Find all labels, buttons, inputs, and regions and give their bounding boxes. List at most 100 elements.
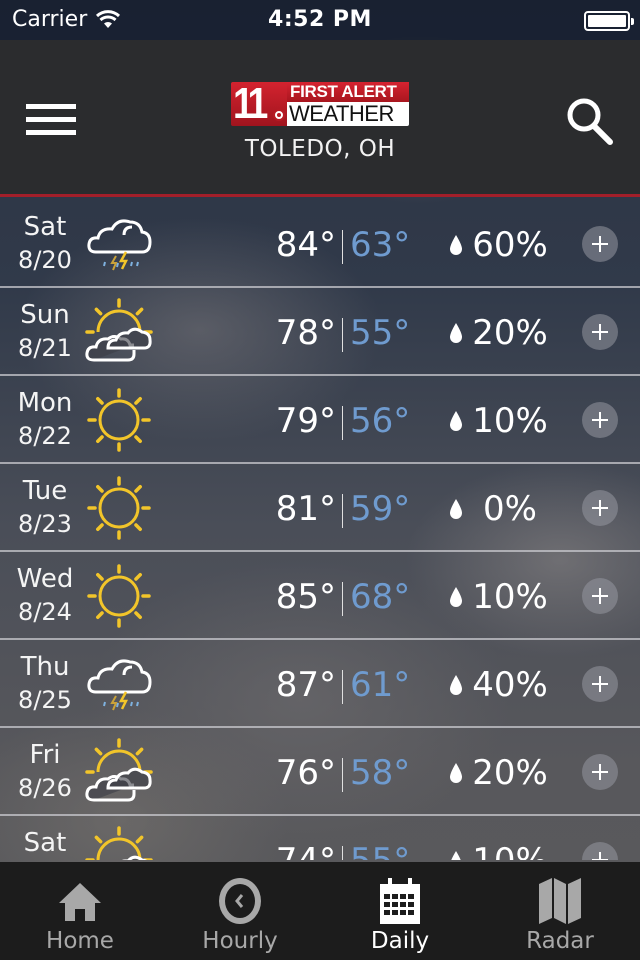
forecast-row[interactable]: Tue 8/23 81° 59° 0% xyxy=(0,464,640,552)
status-bar: Carrier 4:52 PM xyxy=(0,0,640,40)
daily-forecast-list[interactable]: Sat 8/20 84° 63° 60% Sun 8/21 78° 55° 20… xyxy=(0,200,640,860)
raindrop-icon xyxy=(450,763,462,783)
temp-divider xyxy=(342,494,343,528)
day-label: Tue xyxy=(22,476,68,506)
status-time: 4:52 PM xyxy=(268,7,372,32)
partly-cloudy-icon xyxy=(85,298,153,362)
partly-cloudy-icon xyxy=(85,738,153,802)
clock-icon xyxy=(219,878,261,924)
forecast-row[interactable]: Sat 74° 55° 10% xyxy=(0,816,640,860)
temp-divider xyxy=(342,846,343,860)
logo-weather: WEATHER xyxy=(287,102,409,126)
precip-chance: 20% xyxy=(472,313,548,353)
tab-hourly[interactable]: Hourly xyxy=(160,862,320,960)
menu-button[interactable] xyxy=(26,103,76,137)
date-label: 8/20 xyxy=(18,246,72,274)
low-temp: 59° xyxy=(350,489,411,529)
low-temp: 55° xyxy=(350,841,410,860)
temp-divider xyxy=(342,318,343,352)
low-temp: 55° xyxy=(350,313,411,353)
expand-button[interactable] xyxy=(582,314,618,350)
logo-channel-number: 11 xyxy=(233,79,268,128)
temp-divider xyxy=(342,582,343,616)
calendar-icon xyxy=(380,878,420,924)
logo-first-alert: FIRST ALERT xyxy=(287,82,409,102)
temp-divider xyxy=(342,230,343,264)
tab-daily-label: Daily xyxy=(370,928,430,954)
date-label: 8/26 xyxy=(18,774,72,802)
date-label: 8/24 xyxy=(18,598,72,626)
thunderstorm-icon xyxy=(87,219,152,271)
expand-button[interactable] xyxy=(582,226,618,262)
tab-hourly-label: Hourly xyxy=(202,928,278,954)
raindrop-icon xyxy=(451,851,461,860)
date-label: 8/23 xyxy=(18,510,72,538)
day-label: Mon xyxy=(17,388,73,418)
low-temp: 58° xyxy=(350,753,411,793)
high-temp: 87° xyxy=(275,665,336,705)
high-temp: 81° xyxy=(275,489,336,529)
map-icon xyxy=(539,878,581,924)
forecast-row[interactable]: Sat 8/20 84° 63° 60% xyxy=(0,200,640,288)
raindrop-icon xyxy=(450,235,462,255)
precip-chance: 20% xyxy=(472,753,548,793)
forecast-row[interactable]: Sun 8/21 78° 55° 20% xyxy=(0,288,640,376)
sunny-icon xyxy=(87,388,151,452)
temp-divider xyxy=(342,406,343,440)
battery-icon xyxy=(584,11,634,31)
high-temp: 76° xyxy=(275,753,336,793)
day-label: Sat xyxy=(23,212,67,242)
high-temp: 79° xyxy=(275,401,336,441)
location-label: TOLEDO, OH xyxy=(244,136,396,162)
high-temp: 85° xyxy=(275,577,336,617)
cbs-eye-icon xyxy=(273,109,285,121)
precip-chance: 0% xyxy=(483,489,537,529)
sunny-icon xyxy=(87,564,151,628)
precip-chance: 40% xyxy=(472,665,548,705)
precip-chance: 10% xyxy=(472,401,548,441)
precip-chance: 60% xyxy=(472,225,548,265)
temp-divider xyxy=(342,670,343,704)
forecast-row[interactable]: Mon 8/22 79° 56° 10% xyxy=(0,376,640,464)
tab-radar-label: Radar xyxy=(526,928,594,954)
tab-home[interactable]: Home xyxy=(0,862,160,960)
expand-button[interactable] xyxy=(582,754,618,790)
expand-button[interactable] xyxy=(582,666,618,702)
expand-button[interactable] xyxy=(582,578,618,614)
home-icon xyxy=(59,883,101,921)
date-label: 8/22 xyxy=(18,422,72,450)
forecast-row[interactable]: Fri 8/26 76° 58° 20% xyxy=(0,728,640,816)
low-temp: 63° xyxy=(350,225,411,265)
high-temp: 74° xyxy=(270,841,336,860)
sunny-icon xyxy=(87,476,151,540)
raindrop-icon xyxy=(450,499,462,519)
raindrop-icon xyxy=(450,587,462,607)
day-label: Thu xyxy=(20,652,70,682)
day-label: Sat xyxy=(23,828,67,858)
expand-button[interactable] xyxy=(582,842,618,860)
raindrop-icon xyxy=(450,411,462,431)
day-label: Fri xyxy=(29,740,61,770)
station-logo: 11 FIRST ALERT WEATHER xyxy=(231,79,409,128)
low-temp: 68° xyxy=(350,577,411,617)
low-temp: 61° xyxy=(350,665,411,705)
forecast-row[interactable]: Thu 8/25 87° 61° 40% xyxy=(0,640,640,728)
thunderstorm-icon xyxy=(87,659,152,711)
expand-button[interactable] xyxy=(582,402,618,438)
hamburger-icon-bar xyxy=(26,130,76,135)
tab-bar: Home Hourly Daily Radar xyxy=(0,862,640,960)
logo-channel-badge: 11 xyxy=(231,79,287,128)
high-temp: 78° xyxy=(275,313,336,353)
temp-divider xyxy=(342,758,343,792)
day-label: Sun xyxy=(20,300,70,330)
tab-daily[interactable]: Daily xyxy=(320,862,480,960)
expand-button[interactable] xyxy=(582,490,618,526)
forecast-row[interactable]: Wed 8/24 85° 68° 10% xyxy=(0,552,640,640)
precip-chance: 10% xyxy=(470,841,550,860)
date-label: 8/21 xyxy=(18,334,72,362)
tab-radar[interactable]: Radar xyxy=(480,862,640,960)
date-label: 8/25 xyxy=(18,686,72,714)
partly-cloudy-icon xyxy=(85,826,153,860)
hamburger-icon-bar xyxy=(26,117,76,122)
precip-chance: 10% xyxy=(472,577,548,617)
